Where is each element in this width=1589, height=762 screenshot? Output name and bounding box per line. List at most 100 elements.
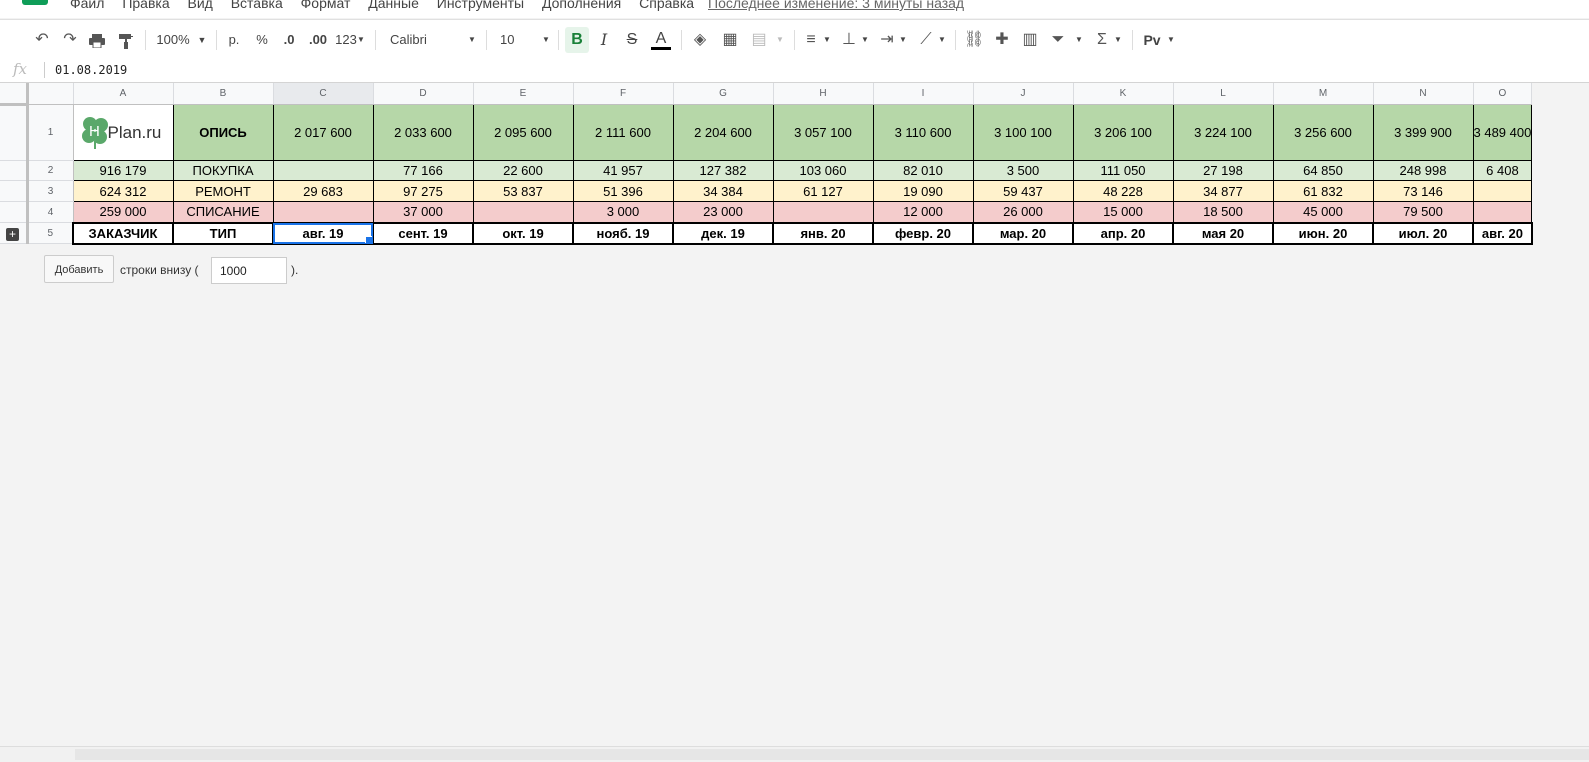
cell-c4[interactable] (272, 201, 374, 223)
cell-f3[interactable]: 51 396 (572, 180, 674, 202)
column-header-h[interactable]: H (773, 83, 874, 105)
column-header-a[interactable]: A (73, 83, 174, 105)
cell-h5[interactable]: янв. 20 (772, 221, 874, 245)
menu-format[interactable]: Формат (301, 0, 351, 11)
bold-button[interactable]: B (565, 27, 589, 53)
cell-e5[interactable]: окт. 19 (472, 221, 574, 245)
sheets-logo-icon[interactable] (22, 0, 48, 5)
cell-l2[interactable]: 27 198 (1172, 160, 1274, 181)
cell-d1[interactable]: 2 033 600 (372, 104, 474, 161)
font-chevron-down-icon[interactable]: ▼ (467, 30, 477, 50)
cell-h1[interactable]: 3 057 100 (772, 104, 874, 161)
menu-help[interactable]: Справка (639, 0, 694, 11)
insert-link-icon[interactable]: ⛓ (964, 30, 984, 50)
column-header-n[interactable]: N (1373, 83, 1474, 105)
cell-g2[interactable]: 127 382 (672, 160, 774, 181)
cell-o3[interactable] (1472, 180, 1533, 202)
column-header-b[interactable]: B (173, 83, 274, 105)
cell-b2[interactable]: ПОКУПКА (172, 160, 274, 181)
cell-k3[interactable]: 48 228 (1072, 180, 1174, 202)
paint-format-icon[interactable] (117, 30, 135, 50)
input-tools-chevron-down-icon[interactable]: ▼ (1166, 30, 1176, 50)
cell-n1[interactable]: 3 399 900 (1372, 104, 1474, 161)
cell-a4[interactable]: 259 000 (72, 201, 174, 223)
cell-a5[interactable]: ЗАКАЗЧИК (72, 221, 174, 245)
cell-d5[interactable]: сент. 19 (372, 221, 474, 245)
row-header-2[interactable]: 2 (27, 160, 74, 181)
cell-b1[interactable]: ОПИСЬ (172, 104, 274, 161)
cell-k4[interactable]: 15 000 (1072, 201, 1174, 223)
decrease-decimal-button[interactable]: .0 (279, 30, 299, 50)
redo-icon[interactable]: ↷ (61, 30, 79, 50)
font-size-chevron-down-icon[interactable]: ▼ (541, 30, 551, 50)
formats-chevron-down-icon[interactable]: ▼ (356, 30, 366, 50)
row-header-1[interactable]: 1 (27, 104, 74, 161)
cell-c5-selected[interactable]: авг. 19 (272, 221, 374, 245)
cell-n2[interactable]: 248 998 (1372, 160, 1474, 181)
cell-e4[interactable] (472, 201, 574, 223)
cell-m5[interactable]: июн. 20 (1272, 221, 1374, 245)
cell-k2[interactable]: 111 050 (1072, 160, 1174, 181)
last-edit-link[interactable]: Последнее изменение: 3 минуты назад (708, 0, 964, 11)
undo-icon[interactable]: ↶ (33, 30, 51, 50)
formula-input[interactable]: 01.08.2019 (55, 63, 127, 77)
vertical-align-icon[interactable]: ⊥ (840, 30, 858, 50)
halign-chevron-down-icon[interactable]: ▼ (822, 30, 832, 50)
cell-g5[interactable]: дек. 19 (672, 221, 774, 245)
zoom-chevron-down-icon[interactable]: ▼ (196, 30, 208, 50)
cell-h2[interactable]: 103 060 (772, 160, 874, 181)
cell-g1[interactable]: 2 204 600 (672, 104, 774, 161)
functions-icon[interactable]: Σ (1093, 30, 1111, 50)
cell-a3[interactable]: 624 312 (72, 180, 174, 202)
insert-chart-icon[interactable]: ▥ (1021, 30, 1039, 50)
percent-button[interactable]: % (254, 30, 270, 50)
text-rotation-icon[interactable]: ⟋ (917, 30, 935, 50)
menu-insert[interactable]: Вставка (231, 0, 283, 11)
cell-a1-logo[interactable]: H Plan.ru (72, 104, 174, 161)
column-header-e[interactable]: E (473, 83, 574, 105)
cell-f2[interactable]: 41 957 (572, 160, 674, 181)
merge-cells-icon[interactable]: ▤ (750, 30, 768, 50)
horizontal-scrollbar[interactable] (75, 749, 1589, 760)
cell-c3[interactable]: 29 683 (272, 180, 374, 202)
cell-m4[interactable]: 45 000 (1272, 201, 1374, 223)
font-size-select[interactable]: 10 (500, 30, 520, 50)
cell-j2[interactable]: 3 500 (972, 160, 1074, 181)
add-rows-button[interactable]: Добавить (44, 255, 114, 283)
cell-h4[interactable] (772, 201, 874, 223)
filter-chevron-down-icon[interactable]: ▼ (1074, 30, 1084, 50)
menu-tools[interactable]: Инструменты (437, 0, 524, 11)
cell-l4[interactable]: 18 500 (1172, 201, 1274, 223)
cell-o5[interactable]: авг. 20 (1472, 221, 1533, 245)
cell-d2[interactable]: 77 166 (372, 160, 474, 181)
cell-n4[interactable]: 79 500 (1372, 201, 1474, 223)
column-header-j[interactable]: J (973, 83, 1074, 105)
column-header-c[interactable]: C (273, 83, 374, 105)
more-formats-button[interactable]: 123 (334, 30, 358, 50)
cell-j5[interactable]: мар. 20 (972, 221, 1074, 245)
add-rows-count-input[interactable] (211, 257, 287, 284)
cell-g4[interactable]: 23 000 (672, 201, 774, 223)
fill-handle[interactable] (365, 235, 371, 242)
cell-c2[interactable] (272, 160, 374, 181)
cell-l3[interactable]: 34 877 (1172, 180, 1274, 202)
column-header-d[interactable]: D (373, 83, 474, 105)
wrap-chevron-down-icon[interactable]: ▼ (898, 30, 908, 50)
insert-comment-icon[interactable]: ✚ (993, 30, 1011, 50)
cell-a2[interactable]: 916 179 (72, 160, 174, 181)
cell-n5[interactable]: июл. 20 (1372, 221, 1474, 245)
expand-group-plus-icon[interactable]: + (6, 228, 19, 241)
menu-addons[interactable]: Дополнения (542, 0, 621, 11)
menu-edit[interactable]: Правка (122, 0, 169, 11)
row-header-3[interactable]: 3 (27, 180, 74, 202)
column-header-f[interactable]: F (573, 83, 674, 105)
cell-o4[interactable] (1472, 201, 1533, 223)
column-header-o[interactable]: O (1473, 83, 1533, 105)
column-header-l[interactable]: L (1173, 83, 1274, 105)
cell-f5[interactable]: нояб. 19 (572, 221, 674, 245)
cell-o2[interactable]: 6 408 (1472, 160, 1533, 181)
cell-h3[interactable]: 61 127 (772, 180, 874, 202)
cell-i3[interactable]: 19 090 (872, 180, 974, 202)
cell-l5[interactable]: мая 20 (1172, 221, 1274, 245)
filter-icon[interactable]: ⏷ (1049, 30, 1067, 50)
